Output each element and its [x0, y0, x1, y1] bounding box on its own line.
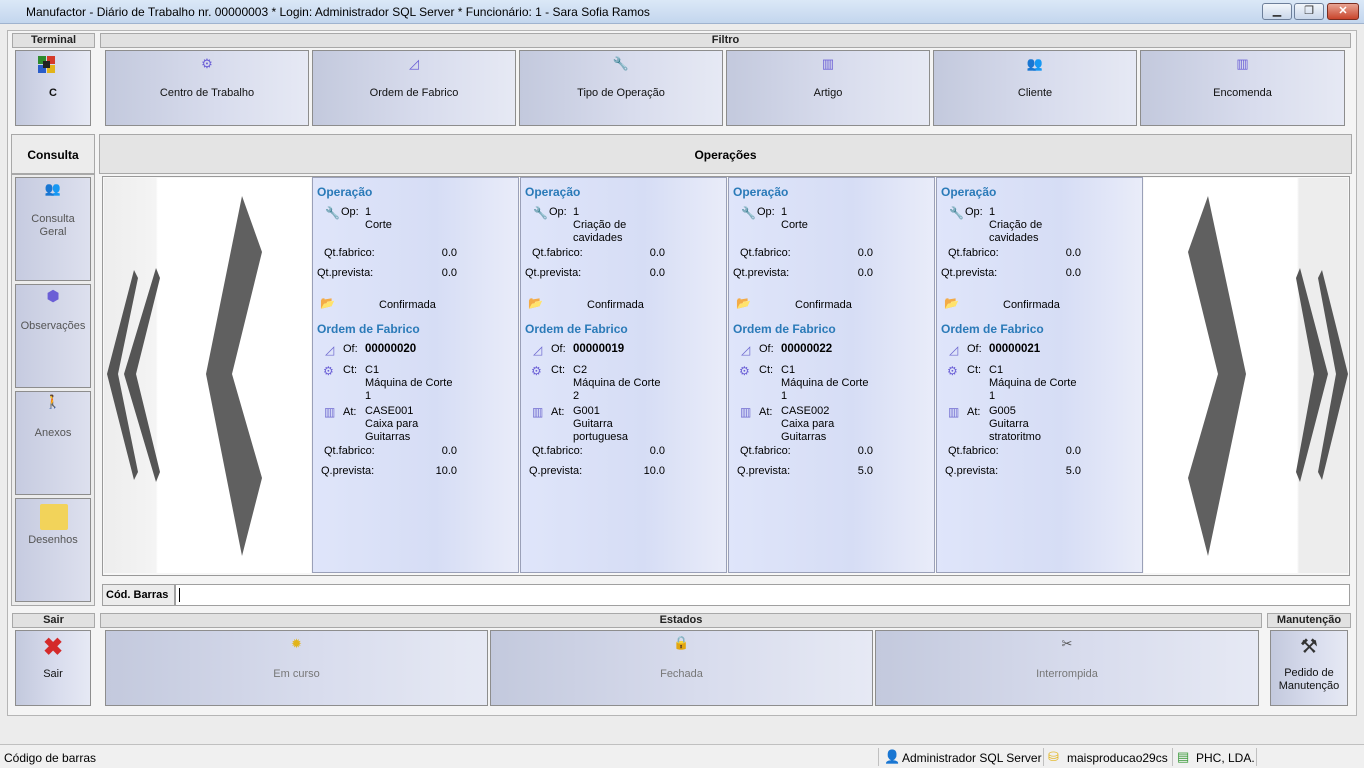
barcode-icon: ▥: [740, 405, 752, 419]
consulta-header: Consulta: [11, 134, 95, 174]
observacoes-button[interactable]: ⬢ Observações: [15, 284, 91, 388]
section-title: Ordem de Fabrico: [733, 322, 836, 336]
filter-centro-trabalho-button[interactable]: ⚙ Centro de Trabalho: [105, 50, 309, 126]
wrench-icon: 🔧: [533, 206, 548, 220]
gears-icon: ⚙: [323, 364, 334, 378]
terminal-button[interactable]: C: [15, 50, 91, 126]
estados-header: Estados: [100, 613, 1262, 628]
minimize-button[interactable]: ▁: [1262, 3, 1292, 20]
barcode-icon: ▥: [532, 405, 544, 419]
barcode-label: Cód. Barras: [102, 584, 175, 606]
section-title: Operação: [525, 185, 581, 199]
gears-icon: ⚙: [531, 364, 542, 378]
filtro-header: Filtro: [100, 33, 1351, 48]
barcode-icon: ▥: [821, 56, 835, 71]
status-badge: Confirmada: [795, 299, 852, 311]
filter-ordem-fabrico-button[interactable]: ◿ Ordem de Fabrico: [312, 50, 516, 126]
sair-button[interactable]: ✖ Sair: [15, 630, 91, 706]
section-title: Operação: [941, 185, 997, 199]
set-square-icon: ◿: [741, 343, 751, 357]
company-icon: ▤: [1177, 749, 1190, 764]
anexos-button[interactable]: 🚶 Anexos: [15, 391, 91, 495]
text-cursor: [179, 588, 180, 602]
open-folder-icon: 📂: [528, 296, 543, 310]
set-square-icon: ◿: [325, 343, 335, 357]
open-folder-icon: 📂: [736, 296, 751, 310]
window-titlebar: Manufactor - Diário de Trabalho nr. 0000…: [0, 0, 1364, 24]
operation-card[interactable]: Operação 🔧 Op: 1 Criação de cavidades Qt…: [936, 177, 1143, 573]
barcode-icon: ▥: [948, 405, 960, 419]
status-company: PHC, LDA.: [1196, 751, 1255, 765]
database-icon: ⛁: [1048, 749, 1059, 764]
hexagon-icon: ⬢: [46, 288, 60, 305]
operation-card[interactable]: Operação 🔧 Op: 1 Criação de cavidades Qt…: [520, 177, 727, 573]
filter-artigo-button[interactable]: ▥ Artigo: [726, 50, 930, 126]
wrench-icon: 🔧: [949, 206, 964, 220]
tools-icon: ⚒: [1300, 636, 1318, 658]
terminal-header: Terminal: [12, 33, 95, 48]
section-title: Operação: [317, 185, 373, 199]
status-bar: Código de barras 👤 Administrador SQL Ser…: [0, 744, 1364, 768]
pedido-manutencao-button[interactable]: ⚒ Pedido de Manutenção: [1270, 630, 1348, 706]
status-user: Administrador SQL Server: [902, 751, 1042, 765]
operation-card[interactable]: Operação 🔧 Op: 1 Corte Qt.fabrico: 0.0 Q…: [728, 177, 935, 573]
section-title: Operação: [733, 185, 789, 199]
status-badge: Confirmada: [379, 299, 436, 311]
double-chevron-right-icon: [1188, 196, 1348, 556]
status-text: Código de barras: [4, 751, 97, 765]
sair-header: Sair: [12, 613, 95, 628]
barcode-icon: ▥: [1236, 56, 1249, 71]
wrench-icon: 🔧: [612, 56, 630, 71]
manutencao-header: Manutenção: [1267, 613, 1351, 628]
user-icon: 👤: [884, 749, 901, 764]
attachment-icon: 🚶: [44, 394, 62, 409]
window-title: Manufactor - Diário de Trabalho nr. 0000…: [26, 5, 650, 19]
status-database: maisproducao29cs: [1067, 751, 1168, 765]
desenhos-button[interactable]: Desenhos: [15, 498, 91, 602]
interrompida-button[interactable]: ✂ Interrompida: [875, 630, 1259, 706]
filter-tipo-operacao-button[interactable]: 🔧 Tipo de Operação: [519, 50, 723, 126]
barcode-input[interactable]: [175, 584, 1350, 606]
close-x-icon: ✖: [42, 634, 64, 661]
set-square-icon: ◿: [409, 56, 419, 71]
wrench-icon: 🔧: [325, 206, 340, 220]
em-curso-button[interactable]: ✹ Em curso: [105, 630, 488, 706]
previous-page-button[interactable]: [104, 178, 311, 573]
operation-card[interactable]: Operação 🔧 Op: 1 Corte Qt.fabrico: 0.0 Q…: [312, 177, 519, 573]
filter-encomenda-button[interactable]: ▥ Encomenda: [1140, 50, 1345, 126]
section-title: Ordem de Fabrico: [317, 322, 420, 336]
gear-icon: ✹: [291, 636, 302, 651]
people-icon: 👥: [44, 181, 62, 196]
status-badge: Confirmada: [1003, 299, 1060, 311]
terminal-icon: [38, 56, 56, 74]
operacoes-header: Operações: [99, 134, 1352, 174]
section-title: Ordem de Fabrico: [941, 322, 1044, 336]
set-square-icon: ◿: [533, 343, 543, 357]
scissors-icon: ✂: [1061, 636, 1073, 651]
status-badge: Confirmada: [587, 299, 644, 311]
gears-icon: ⚙: [947, 364, 958, 378]
consulta-geral-button[interactable]: 👥 Consulta Geral: [15, 177, 91, 281]
open-folder-icon: 📂: [944, 296, 959, 310]
wrench-icon: 🔧: [741, 206, 756, 220]
double-chevron-left-icon: [107, 196, 262, 556]
fechada-button[interactable]: 🔒 Fechada: [490, 630, 873, 706]
gears-icon: ⚙: [201, 56, 213, 71]
sticky-note-icon: [40, 504, 68, 530]
filter-cliente-button[interactable]: 👥 Cliente: [933, 50, 1137, 126]
close-button[interactable]: ✕: [1327, 3, 1359, 20]
lock-icon: 🔒: [673, 635, 690, 650]
barcode-icon: ▥: [324, 405, 336, 419]
people-icon: 👥: [1026, 56, 1044, 71]
section-title: Ordem de Fabrico: [525, 322, 628, 336]
gears-icon: ⚙: [739, 364, 750, 378]
restore-button[interactable]: ❐: [1294, 3, 1324, 20]
terminal-value: C: [49, 87, 57, 99]
open-folder-icon: 📂: [320, 296, 335, 310]
set-square-icon: ◿: [949, 343, 959, 357]
next-page-button[interactable]: [1144, 178, 1348, 573]
